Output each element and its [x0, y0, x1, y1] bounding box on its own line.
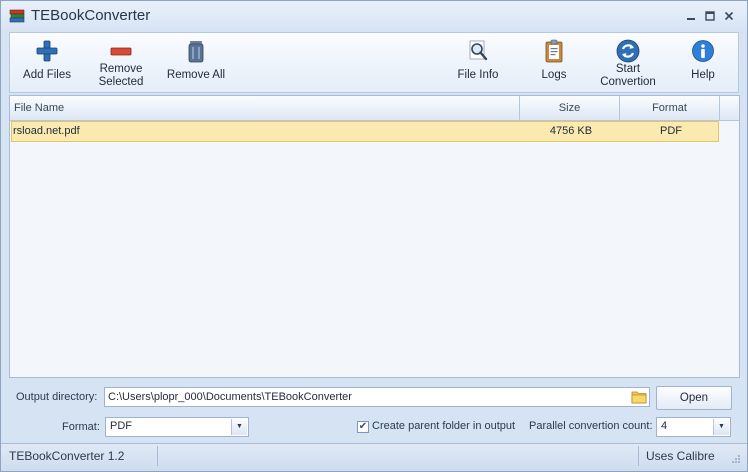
remove-selected-label: Remove Selected: [98, 63, 144, 88]
help-button[interactable]: Help: [678, 33, 728, 92]
column-header-format[interactable]: Format: [620, 96, 720, 120]
status-separator: [157, 446, 158, 466]
remove-all-label: Remove All: [166, 69, 226, 81]
logs-button[interactable]: Logs: [526, 33, 582, 92]
cell-size: 4756 KB: [549, 125, 593, 137]
format-select-value: PDF: [110, 420, 132, 432]
maximize-icon[interactable]: [703, 10, 717, 22]
close-icon[interactable]: [722, 10, 736, 22]
add-files-label: Add Files: [23, 69, 71, 81]
title-bar[interactable]: TEBookConverter: [1, 1, 747, 31]
file-list-header: File Name Size Format: [10, 96, 739, 121]
add-files-button[interactable]: Add Files: [16, 33, 78, 92]
chevron-down-icon[interactable]: ▼: [231, 419, 247, 435]
refresh-arrows-icon: [616, 39, 640, 63]
toolbar: Add Files Remove Selected Remove All Fil…: [9, 32, 739, 93]
start-convertion-label: Start Convertion: [600, 63, 656, 88]
status-separator: [638, 446, 639, 466]
info-icon: [692, 40, 714, 62]
cell-file-name: rsload.net.pdf: [13, 125, 80, 137]
start-convertion-button[interactable]: Start Convertion: [594, 33, 662, 92]
output-directory-label: Output directory:: [16, 391, 98, 403]
file-info-button[interactable]: File Info: [450, 33, 506, 92]
app-window: TEBookConverter Add Files Remove Selecte…: [0, 0, 748, 472]
window-title: TEBookConverter: [31, 7, 151, 24]
table-row[interactable]: rsload.net.pdf 4756 KB PDF: [11, 121, 719, 142]
cell-format: PDF: [660, 125, 682, 137]
minimize-icon[interactable]: [684, 10, 698, 22]
chevron-down-icon[interactable]: ▼: [713, 419, 729, 435]
open-button[interactable]: Open: [656, 386, 732, 410]
app-books-icon: [9, 9, 25, 23]
file-info-label: File Info: [457, 69, 499, 81]
create-parent-folder-checkbox[interactable]: ✔: [357, 421, 369, 433]
trash-icon: [188, 41, 204, 63]
output-directory-input[interactable]: [104, 387, 650, 407]
remove-all-button[interactable]: Remove All: [164, 33, 228, 92]
minus-icon: [110, 47, 132, 56]
create-parent-folder-label[interactable]: Create parent folder in output: [372, 420, 515, 432]
column-header-size[interactable]: Size: [520, 96, 620, 120]
status-version: TEBookConverter 1.2: [9, 449, 125, 463]
parallel-count-select[interactable]: 4 ▼: [656, 417, 731, 437]
folder-icon[interactable]: [631, 390, 647, 404]
plus-icon: [36, 40, 58, 62]
parallel-count-value: 4: [661, 420, 668, 432]
magnifier-icon: [469, 40, 488, 61]
help-label: Help: [691, 69, 715, 81]
format-select[interactable]: PDF ▼: [105, 417, 249, 437]
status-bar: TEBookConverter 1.2 Uses Calibre: [1, 443, 747, 471]
column-header-file-name[interactable]: File Name: [10, 96, 520, 120]
logs-label: Logs: [541, 69, 567, 81]
resize-grip-icon[interactable]: [731, 454, 741, 464]
clipboard-icon: [545, 39, 563, 63]
status-calibre: Uses Calibre: [646, 449, 715, 463]
format-label: Format:: [62, 421, 100, 433]
file-list[interactable]: File Name Size Format rsload.net.pdf 475…: [9, 95, 740, 378]
parallel-count-label: Parallel convertion count:: [529, 420, 653, 432]
remove-selected-button[interactable]: Remove Selected: [90, 33, 152, 92]
